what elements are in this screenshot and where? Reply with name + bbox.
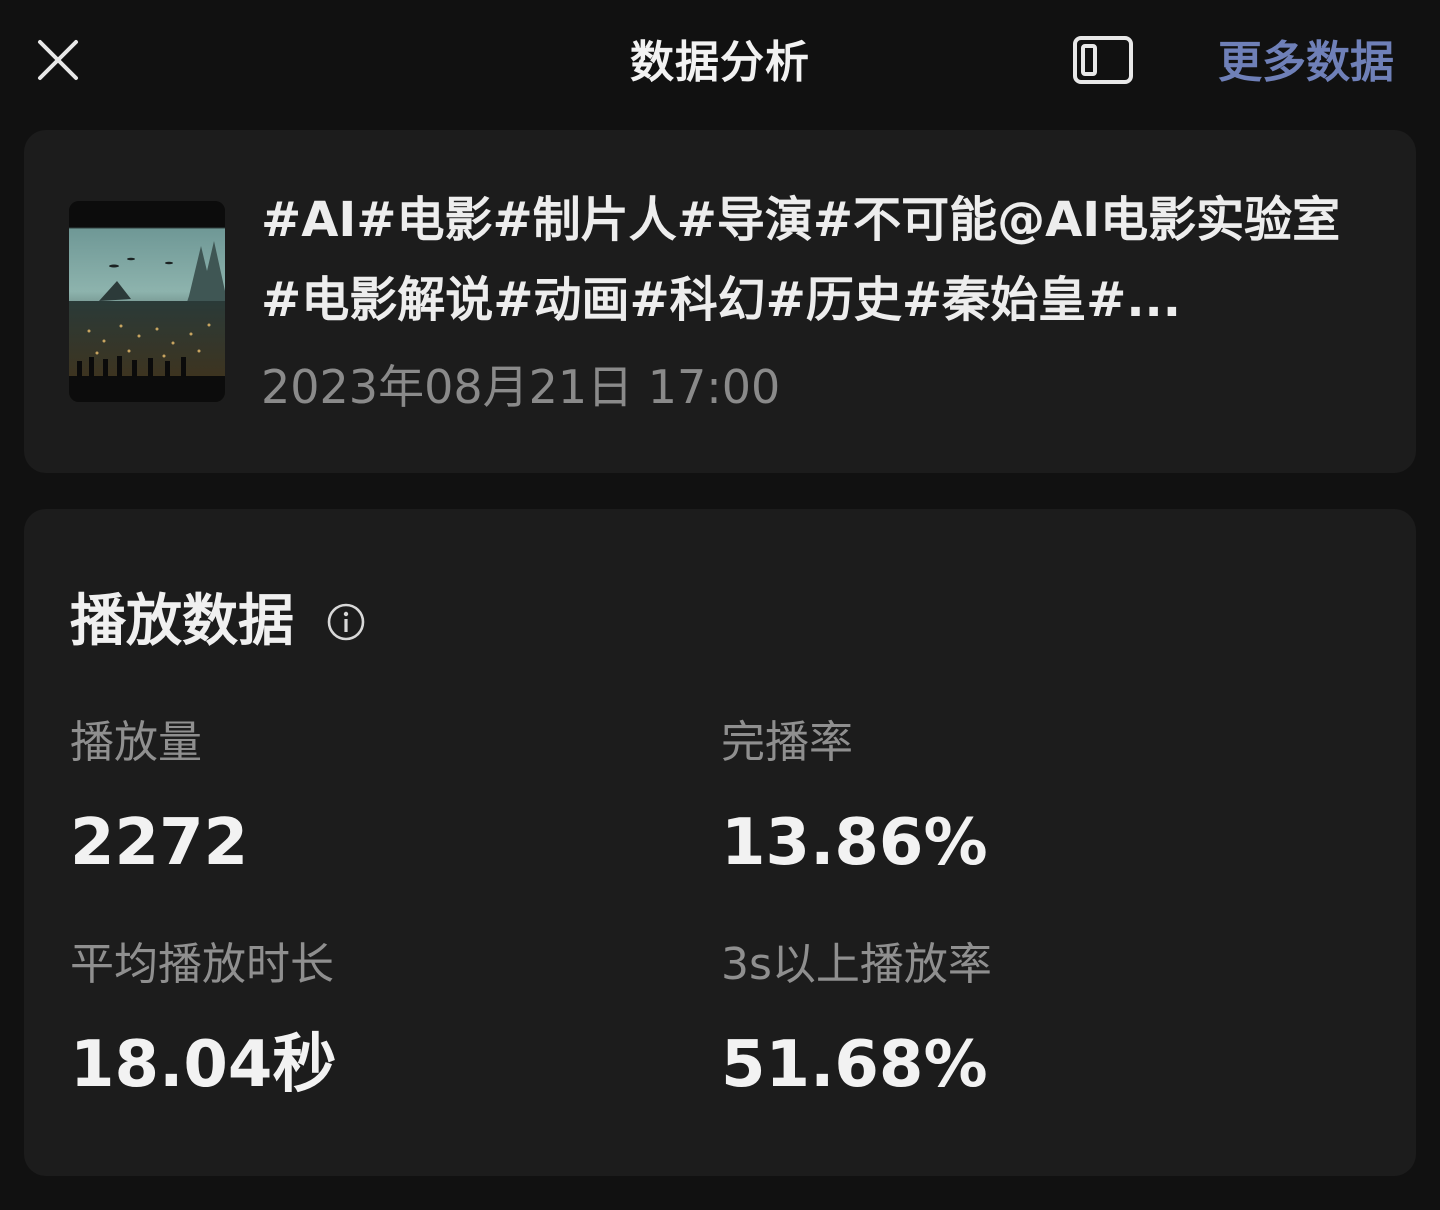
metric-avg-watch-time: 平均播放时长 18.04秒 bbox=[70, 935, 670, 1105]
more-data-link[interactable]: 更多数据 bbox=[1218, 33, 1394, 93]
page: 数据分析 更多数据 #AI#电影#制片人#导演#不可能@AI电影实验室 #电影解… bbox=[0, 0, 1440, 1210]
metric-value: 13.86% bbox=[721, 806, 988, 880]
video-card[interactable]: #AI#电影#制片人#导演#不可能@AI电影实验室 #电影解说#动画#科幻#历史… bbox=[24, 130, 1416, 473]
metric-label: 3s以上播放率 bbox=[721, 939, 992, 990]
video-publish-date: 2023年08月21日 17:00 bbox=[261, 360, 781, 414]
metric-value: 18.04秒 bbox=[70, 1028, 337, 1102]
close-button[interactable] bbox=[28, 30, 88, 90]
metric-label: 完播率 bbox=[721, 717, 853, 768]
info-icon[interactable] bbox=[326, 602, 366, 642]
close-icon bbox=[38, 40, 78, 80]
metric-plays: 播放量 2272 bbox=[70, 713, 670, 883]
panel-layout-icon bbox=[1073, 36, 1133, 84]
header-bar: 数据分析 更多数据 bbox=[0, 0, 1440, 125]
playback-stats-card: 播放数据 播放量 2272 完播率 13.86% 平均播放时长 18.04秒 3… bbox=[24, 509, 1416, 1176]
metric-value: 51.68% bbox=[721, 1028, 988, 1102]
metric-value: 2272 bbox=[70, 806, 249, 880]
metric-completion-rate: 完播率 13.86% bbox=[721, 713, 1321, 883]
metric-label: 播放量 bbox=[70, 717, 202, 768]
metric-label: 平均播放时长 bbox=[70, 939, 334, 990]
layout-toggle-button[interactable] bbox=[1068, 32, 1138, 88]
video-title: #AI#电影#制片人#导演#不可能@AI电影实验室 #电影解说#动画#科幻#历史… bbox=[261, 192, 1341, 328]
metric-3s-play-rate: 3s以上播放率 51.68% bbox=[721, 935, 1321, 1105]
section-title: 播放数据 bbox=[70, 589, 294, 654]
video-thumbnail bbox=[69, 201, 225, 402]
